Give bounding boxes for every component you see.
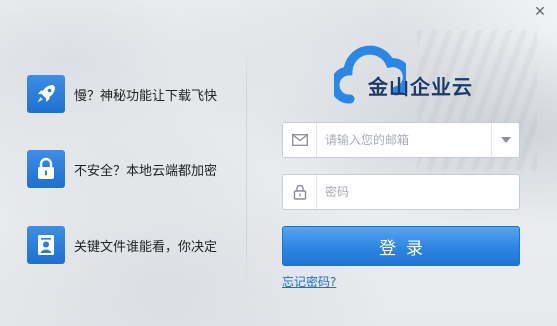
divider xyxy=(246,44,247,290)
close-icon: ✕ xyxy=(534,4,546,20)
feature-text: 不安全？本地云端都加密 xyxy=(74,163,218,179)
lock-icon xyxy=(283,175,317,209)
feature-text: 慢？神秘功能让下载飞快 xyxy=(74,88,218,104)
feature-encryption: 不安全？本地云端都加密 xyxy=(27,150,217,188)
user-card-icon xyxy=(27,226,65,264)
mail-icon xyxy=(283,123,317,157)
close-button[interactable]: ✕ xyxy=(532,4,548,20)
app-logo: 金山企业云 xyxy=(334,41,484,105)
feature-text: 关键文件谁能看，你决定 xyxy=(74,239,218,255)
login-window: ✕ 慢？神秘功能让下载飞快 不安全？本地云端都加密 关键文件谁能看，你决定 金山… xyxy=(0,0,557,326)
feature-permissions: 关键文件谁能看，你决定 xyxy=(27,226,217,264)
feature-fast-download: 慢？神秘功能让下载飞快 xyxy=(27,75,217,113)
email-dropdown-button[interactable] xyxy=(491,123,519,157)
logo-text: 金山企业云 xyxy=(368,75,473,99)
login-button[interactable]: 登录 xyxy=(282,226,520,266)
rocket-icon xyxy=(27,75,65,113)
lock-icon xyxy=(27,150,65,188)
password-field[interactable] xyxy=(282,174,520,210)
chevron-down-icon xyxy=(500,137,511,143)
email-input[interactable] xyxy=(317,123,491,157)
forgot-password-link[interactable]: 忘记密码? xyxy=(282,273,336,290)
login-button-label: 登录 xyxy=(379,238,433,259)
password-input[interactable] xyxy=(317,175,519,209)
email-field[interactable] xyxy=(282,122,520,158)
